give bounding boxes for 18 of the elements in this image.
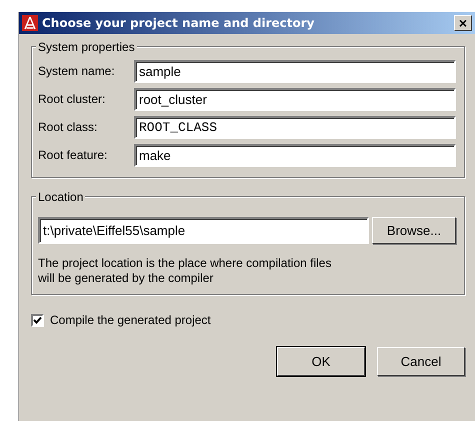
field-label: Root feature:	[38, 147, 108, 164]
field-label: Root class:	[38, 119, 98, 136]
text-field[interactable]: sample	[134, 60, 456, 82]
description-text: The project location is the place where compilation files will be generated by the compiler	[38, 256, 332, 286]
dialog-button[interactable]: OK	[277, 347, 365, 376]
text-field[interactable]: ROOT_CLASS	[134, 116, 456, 138]
text-field[interactable]: root_cluster	[134, 88, 456, 110]
field-label: Root cluster:	[38, 91, 106, 108]
checkbox-label: Compile the generated project	[50, 312, 211, 329]
field-label: System name:	[38, 63, 116, 80]
location-field[interactable]: t:\private\Eiffel55\sample	[38, 217, 369, 244]
close-button[interactable]: ×	[454, 15, 472, 31]
browse-button[interactable]: Browse...	[372, 217, 456, 244]
dialog-button[interactable]: Cancel	[377, 347, 465, 376]
checkbox[interactable]	[31, 314, 44, 326]
text-field[interactable]: make	[134, 144, 456, 166]
window-title: Choose your project name and directory	[42, 15, 314, 32]
app-icon	[22, 15, 38, 31]
